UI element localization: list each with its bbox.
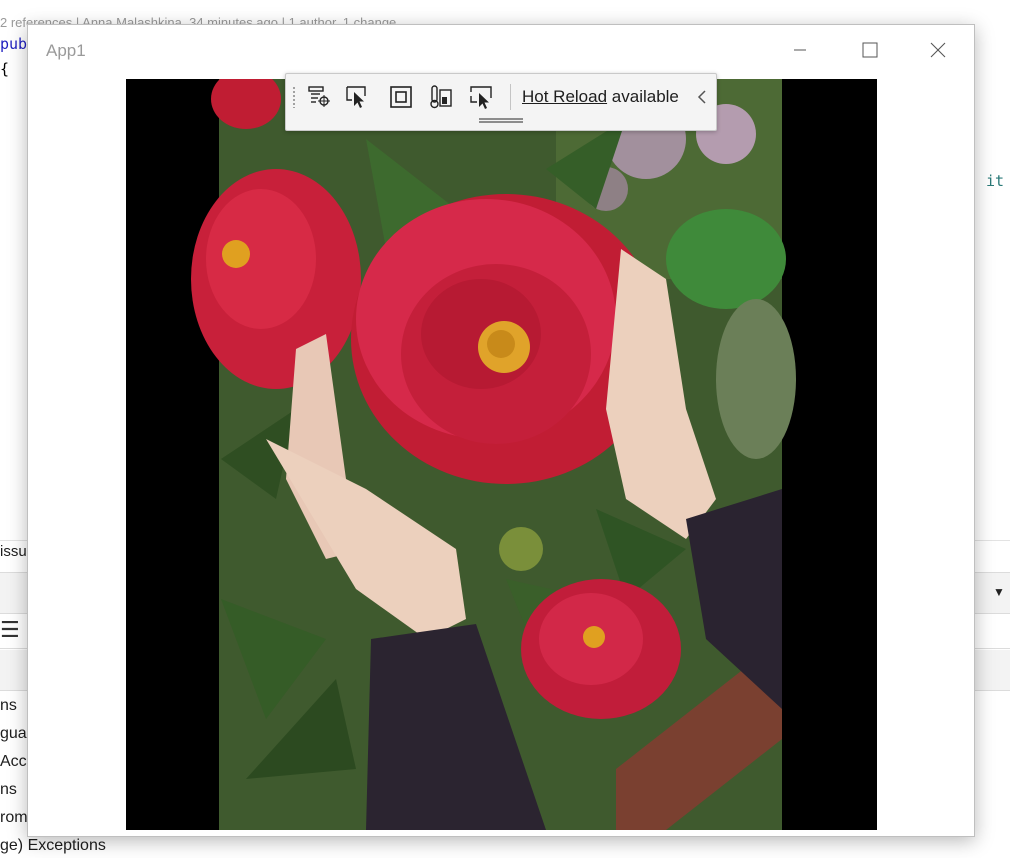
menu-icon[interactable]: ☰ (0, 619, 20, 641)
layout-adorners-button[interactable] (385, 82, 417, 112)
minimize-icon (794, 49, 806, 51)
app-content (126, 79, 877, 830)
app-window: App1 (27, 24, 975, 837)
go-to-live-visual-tree-icon (308, 86, 330, 107)
code-fragment: it (986, 172, 1005, 190)
list-item[interactable]: Acc (0, 753, 27, 771)
issues-label[interactable]: issu (0, 543, 27, 560)
track-focus-icon (430, 85, 452, 109)
list-item[interactable]: rom (0, 809, 28, 827)
list-item[interactable]: ns (0, 697, 17, 715)
hot-reload-status: Hot Reload available (522, 87, 679, 107)
collapse-toolbar-button[interactable] (694, 85, 710, 109)
list-item[interactable]: ge) Exceptions (0, 837, 106, 855)
xaml-runtime-toolbar: Hot Reload available (285, 73, 717, 131)
toolbar-grip-icon[interactable] (292, 86, 296, 108)
select-element-icon (346, 86, 366, 108)
select-element-button[interactable] (341, 82, 373, 112)
maximize-button[interactable] (836, 25, 904, 75)
close-icon (930, 42, 946, 58)
list-item[interactable]: ns (0, 781, 17, 799)
code-brace: { (0, 60, 10, 78)
hot-reload-link[interactable]: Hot Reload (522, 87, 607, 106)
binding-failures-button[interactable] (465, 82, 497, 112)
display-layout-adorners-icon (390, 86, 412, 108)
peony-photo (126, 79, 877, 830)
toolbar-separator (510, 84, 511, 110)
window-title: App1 (46, 41, 86, 60)
track-focus-button[interactable] (425, 82, 457, 112)
chevron-left-icon (697, 90, 706, 104)
close-button[interactable] (904, 25, 972, 75)
hot-reload-suffix: available (607, 87, 679, 106)
live-visual-tree-button[interactable] (303, 82, 335, 112)
toolbar-drag-handle[interactable] (479, 118, 523, 123)
dropdown-arrow-icon[interactable]: ▼ (993, 585, 1005, 599)
minimize-button[interactable] (766, 25, 834, 75)
binding-failures-icon (470, 86, 492, 109)
title-bar[interactable]: App1 (28, 25, 974, 77)
code-keyword: pub (0, 35, 28, 53)
maximize-icon (862, 42, 878, 58)
list-item[interactable]: gua (0, 725, 27, 743)
